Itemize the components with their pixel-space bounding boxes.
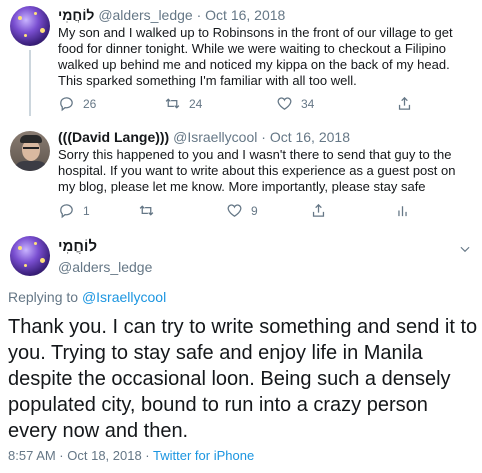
- retweet-icon: [165, 98, 180, 109]
- like-icon: [277, 97, 292, 110]
- avatar[interactable]: [10, 6, 50, 46]
- more-options-button[interactable]: [458, 242, 472, 261]
- tweet-text: My son and I walked up to Robinsons in t…: [58, 25, 453, 88]
- reply-button[interactable]: 26: [58, 95, 96, 112]
- tweet-time[interactable]: 8:57 AM · Oct 18, 2018 ·: [8, 448, 153, 463]
- share-button[interactable]: [310, 202, 327, 219]
- like-button[interactable]: 34: [276, 95, 314, 112]
- display-name[interactable]: לוֹחֲמִי: [58, 7, 94, 23]
- tweet-actions: 1 9: [58, 202, 478, 220]
- tweet-1[interactable]: לוֹחֲמִי @alders_ledge · Oct 16, 2018 My…: [0, 0, 482, 118]
- main-tweet-text: Thank you. I can try to write something …: [8, 316, 478, 442]
- tweet-header: לוֹחֲמִי @alders_ledge · Oct 16, 2018: [58, 6, 285, 24]
- tweet-source-link[interactable]: Twitter for iPhone: [153, 448, 254, 463]
- tweet-2[interactable]: (((David Lange))) @Israellycool · Oct 16…: [0, 118, 482, 222]
- display-name[interactable]: לוֹחֲמִי: [58, 238, 97, 256]
- user-handle[interactable]: @Israellycool: [173, 129, 257, 145]
- tweet-date[interactable]: Oct 16, 2018: [270, 129, 350, 145]
- reply-count: 1: [83, 203, 90, 218]
- retweet-icon: [139, 205, 154, 216]
- analytics-icon: [398, 206, 407, 217]
- replying-to-link[interactable]: @Israellycool: [82, 289, 166, 305]
- tweet-date[interactable]: Oct 16, 2018: [205, 7, 285, 23]
- analytics-button[interactable]: [394, 202, 411, 219]
- tweet-text: Sorry this happened to you and I wasn't …: [58, 147, 456, 194]
- retweet-button[interactable]: 24: [164, 95, 202, 112]
- reply-icon: [60, 204, 73, 219]
- reply-count: 26: [83, 96, 97, 111]
- share-icon: [398, 96, 411, 110]
- separator-dot: ·: [261, 129, 266, 145]
- replying-to: Replying to @Israellycool: [8, 289, 166, 305]
- like-button[interactable]: 9: [226, 202, 258, 219]
- chevron-down-icon: [460, 246, 470, 253]
- like-icon: [227, 204, 242, 217]
- share-icon: [312, 203, 325, 217]
- reply-button[interactable]: 1: [58, 202, 90, 219]
- user-handle[interactable]: @alders_ledge: [98, 7, 192, 23]
- retweet-button[interactable]: [138, 202, 163, 219]
- share-button[interactable]: [396, 95, 413, 112]
- display-name[interactable]: (((David Lange))): [58, 129, 169, 145]
- separator-dot: ·: [196, 7, 202, 23]
- reply-icon: [60, 97, 73, 112]
- retweet-count: 24: [189, 96, 203, 111]
- like-count: 9: [251, 203, 258, 218]
- avatar[interactable]: [10, 131, 50, 171]
- avatar[interactable]: [10, 236, 50, 276]
- thread-line: [29, 50, 31, 116]
- tweet-header: (((David Lange))) @Israellycool · Oct 16…: [58, 128, 350, 146]
- user-handle[interactable]: @alders_ledge: [58, 258, 152, 276]
- tweet-actions: 26 24 34: [58, 95, 478, 113]
- tweet-timestamp: 8:57 AM · Oct 18, 2018 · Twitter for iPh…: [8, 448, 254, 463]
- like-count: 34: [301, 96, 315, 111]
- replying-prefix: Replying to: [8, 289, 82, 305]
